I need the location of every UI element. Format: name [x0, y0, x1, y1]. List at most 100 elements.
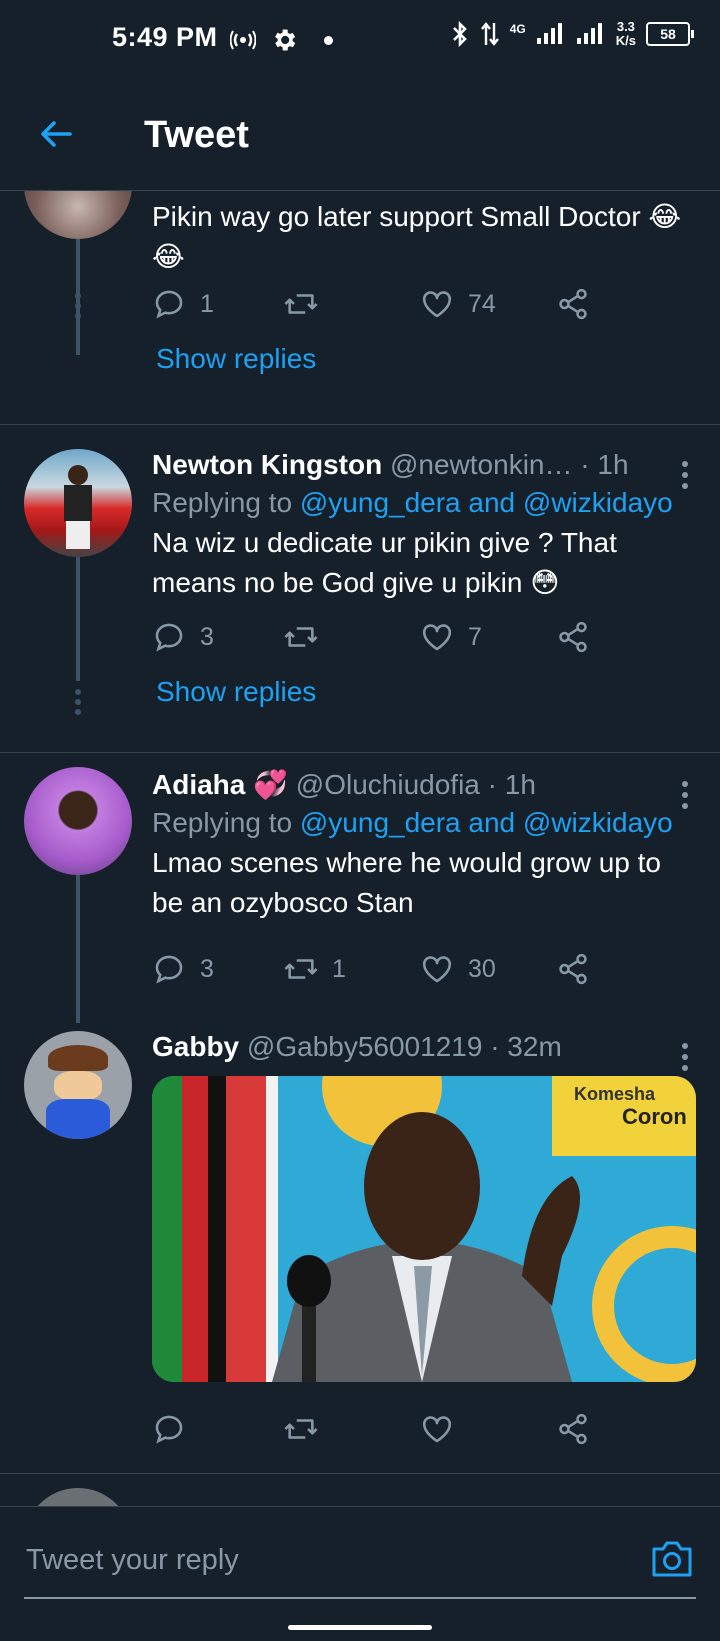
- media-text: Coron: [622, 1104, 687, 1129]
- author-name[interactable]: Gabby: [152, 1031, 239, 1062]
- like-button[interactable]: [420, 1409, 468, 1449]
- share-icon: [559, 953, 587, 985]
- reply-count: 1: [200, 289, 214, 318]
- share-button[interactable]: [556, 617, 590, 657]
- tweet-media-image[interactable]: Komesha Coron: [152, 1076, 696, 1382]
- media-text: Komesha: [574, 1084, 656, 1104]
- tweet-item[interactable]: [0, 1474, 720, 1506]
- avatar[interactable]: [24, 191, 132, 239]
- show-replies-link[interactable]: Show replies: [156, 343, 316, 375]
- reply-button[interactable]: 1: [152, 284, 214, 324]
- avatar[interactable]: [24, 1031, 132, 1139]
- retweet-button[interactable]: [284, 284, 332, 324]
- like-button[interactable]: 30: [420, 949, 496, 989]
- tweet-item[interactable]: Newton Kingston @newtonkin… · 1h Replyin…: [0, 425, 720, 738]
- retweet-icon: [284, 1419, 318, 1439]
- share-icon: [559, 288, 587, 320]
- settings-icon: [275, 29, 296, 51]
- network-type: 4G: [509, 22, 526, 36]
- tweet-time: · 1h: [580, 449, 629, 480]
- author-name[interactable]: Newton Kingston: [152, 449, 382, 480]
- heart-icon: [422, 1416, 452, 1443]
- more-options-icon[interactable]: [682, 1043, 690, 1076]
- replying-to: Replying to @yung_dera and @wizkidayo: [152, 807, 673, 838]
- reply-icon: [155, 1415, 183, 1444]
- top-app-bar: Tweet: [0, 80, 720, 191]
- notification-dot-icon: [324, 35, 333, 45]
- replies-feed[interactable]: Pikin way go later support Small Doctor …: [0, 191, 720, 1506]
- more-options-icon[interactable]: [682, 781, 690, 814]
- signal-2-icon: [576, 23, 602, 44]
- share-icon: [559, 1413, 587, 1445]
- retweet-count: 1: [332, 954, 346, 983]
- camera-icon[interactable]: [650, 1539, 694, 1579]
- author-handle[interactable]: @newtonkin…: [390, 449, 573, 480]
- replying-to-link[interactable]: @yung_dera and @wizkidayo: [300, 807, 673, 838]
- heart-icon: [422, 956, 452, 983]
- retweet-icon: [284, 627, 318, 647]
- author-name[interactable]: Adiaha 💞: [152, 769, 288, 800]
- tweet-item[interactable]: Gabby @Gabby56001219 · 32m Komesha Coron: [0, 1023, 720, 1463]
- hotspot-icon: [230, 30, 256, 50]
- share-button[interactable]: [556, 284, 590, 324]
- like-count: 74: [468, 289, 496, 318]
- tweet-actions: [152, 1409, 612, 1449]
- reply-count: 3: [200, 622, 214, 651]
- share-icon: [559, 621, 587, 653]
- reply-icon: [155, 290, 183, 319]
- signal-icon: [536, 23, 562, 44]
- reply-icon: [155, 955, 183, 984]
- tweet-item[interactable]: Adiaha 💞 @Oluchiudofia · 1h Replying to …: [0, 753, 720, 1023]
- gesture-nav-bar[interactable]: [288, 1625, 432, 1630]
- like-button[interactable]: 74: [420, 284, 496, 324]
- like-button[interactable]: 7: [420, 617, 482, 657]
- heart-icon: [422, 291, 452, 318]
- tweet-actions: 3 1 30: [152, 949, 612, 989]
- share-button[interactable]: [556, 1409, 590, 1449]
- replying-to-link[interactable]: @yung_dera and @wizkidayo: [300, 487, 673, 518]
- author-handle[interactable]: @Gabby56001219 · 32m: [247, 1031, 562, 1062]
- status-time: 5:49 PM: [112, 22, 218, 52]
- reply-composer: [0, 1506, 720, 1641]
- replying-to: Replying to @yung_dera and @wizkidayo: [152, 487, 673, 518]
- reply-input-underline: [24, 1597, 696, 1599]
- thread-line: [76, 557, 80, 681]
- heart-icon: [422, 624, 452, 651]
- bluetooth-icon: [452, 20, 467, 48]
- page-title: Tweet: [144, 114, 249, 156]
- retweet-button[interactable]: [284, 617, 332, 657]
- thread-dots: [75, 293, 81, 323]
- data-transfer-icon: [480, 22, 499, 46]
- reply-button[interactable]: 3: [152, 617, 214, 657]
- avatar[interactable]: [24, 767, 132, 875]
- retweet-icon: [284, 959, 318, 979]
- network-speed: 3.3 K/s: [615, 19, 636, 48]
- tweet-text: Pikin way go later support Small Doctor …: [152, 201, 682, 272]
- reply-button[interactable]: [152, 1409, 200, 1449]
- reply-input[interactable]: [24, 1543, 608, 1578]
- author-handle[interactable]: @Oluchiudofia · 1h: [296, 769, 536, 800]
- like-count: 7: [468, 622, 482, 651]
- media-photo: Komesha Coron: [152, 1076, 696, 1382]
- tweet-text: Lmao scenes where he would grow up to be…: [152, 847, 661, 918]
- retweet-button[interactable]: [284, 1409, 332, 1449]
- thread-line: [76, 875, 80, 1023]
- share-button[interactable]: [556, 949, 590, 989]
- back-arrow-icon[interactable]: [36, 114, 76, 154]
- more-options-icon[interactable]: [682, 461, 690, 494]
- tweet-actions: 1 74: [152, 284, 612, 324]
- reply-button[interactable]: 3: [152, 949, 214, 989]
- battery-icon: 58: [646, 22, 694, 46]
- tweet-text: Na wiz u dedicate ur pikin give ? That m…: [152, 527, 617, 598]
- tweet-item[interactable]: Pikin way go later support Small Doctor …: [0, 191, 720, 405]
- retweet-icon: [284, 294, 318, 314]
- retweet-button[interactable]: 1: [284, 949, 346, 989]
- show-replies-link[interactable]: Show replies: [156, 676, 316, 708]
- like-count: 30: [468, 954, 496, 983]
- status-bar: 5:49 PM 4G 3.3 K/s 58: [0, 0, 720, 80]
- avatar[interactable]: [24, 449, 132, 557]
- thread-dots: [75, 689, 81, 719]
- avatar[interactable]: [24, 1488, 132, 1506]
- reply-count: 3: [200, 954, 214, 983]
- reply-icon: [155, 623, 183, 652]
